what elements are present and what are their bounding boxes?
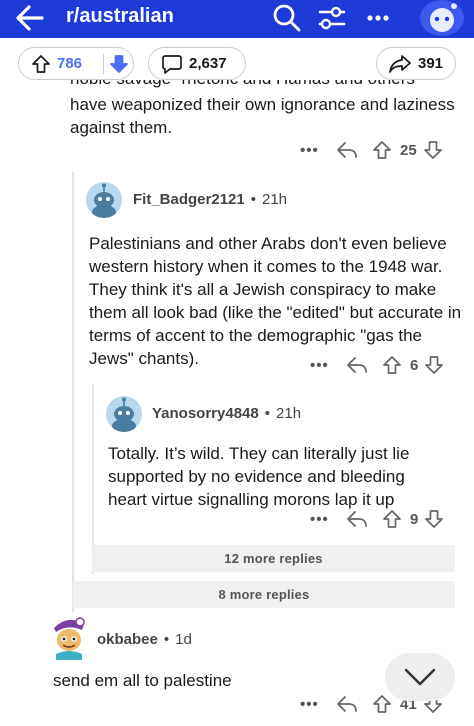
avatar[interactable] (86, 182, 122, 218)
divider (103, 54, 104, 74)
vote-count: 786 (57, 55, 83, 72)
comment-text-cutoff: noble savage” rhetoric and Hamas and oth… (70, 80, 460, 90)
more-replies-button[interactable]: 12 more replies (92, 545, 455, 572)
upvote-icon[interactable] (31, 54, 51, 74)
more-icon[interactable]: ••• (300, 696, 326, 713)
comment-meta: Fit_Badger2121 • 21h (133, 191, 287, 208)
timestamp: 21h (276, 405, 302, 422)
comment-actions: ••• 6 (310, 355, 444, 375)
score: 25 (400, 141, 417, 159)
upvote-icon[interactable] (382, 509, 402, 529)
comment-meta: okbabee • 1d (97, 631, 192, 648)
user-avatar[interactable] (420, 0, 464, 36)
comment-meta: Yanosorry4848 • 21h (152, 405, 301, 422)
scroll-next-button[interactable] (385, 653, 455, 701)
reply-icon[interactable] (336, 140, 358, 160)
thread-line[interactable] (72, 172, 74, 612)
comment-actions: ••• 25 (300, 140, 443, 160)
search-icon[interactable] (270, 3, 302, 33)
downvote-icon[interactable] (424, 509, 444, 529)
downvote-icon[interactable] (424, 355, 444, 375)
comment-text: send em all to palestine (53, 671, 232, 690)
timestamp: 1d (175, 631, 192, 648)
comment-text-partial: noble savage” rhetoric and Hamas and oth… (70, 80, 460, 90)
more-icon[interactable]: ••• (310, 357, 336, 374)
score: 9 (410, 510, 419, 528)
comment-text: Palestinians and other Arabs don't even … (89, 234, 462, 368)
more-icon[interactable]: ••• (300, 142, 326, 159)
back-arrow-icon[interactable] (14, 3, 46, 33)
upvote-icon[interactable] (382, 355, 402, 375)
separator-dot: • (250, 191, 256, 208)
username[interactable]: Yanosorry4848 (152, 405, 259, 422)
share-count: 391 (418, 55, 444, 72)
vote-pill: 786 (18, 47, 134, 80)
more-replies-button[interactable]: 8 more replies (73, 581, 455, 608)
score: 6 (410, 356, 419, 374)
reply-icon[interactable] (346, 355, 368, 375)
comment-actions: ••• 9 (310, 509, 444, 529)
more-options-icon[interactable] (362, 3, 394, 33)
comment-text: Totally. It’s wild. They can literally j… (108, 444, 410, 509)
avatar[interactable] (48, 614, 88, 660)
reply-icon[interactable] (336, 694, 358, 714)
upvote-icon[interactable] (372, 140, 392, 160)
comment-text: have weaponized their own ignorance and … (70, 95, 455, 137)
top-header: r/australian (0, 0, 474, 38)
share-icon (389, 54, 411, 73)
username[interactable]: okbabee (97, 631, 158, 648)
comment-bubble-icon (162, 54, 182, 74)
share-pill[interactable]: 391 (376, 47, 456, 80)
separator-dot: • (264, 405, 271, 422)
reply-icon[interactable] (346, 509, 368, 529)
username[interactable]: Fit_Badger2121 (133, 191, 245, 208)
comments-pill[interactable]: 2,637 (148, 47, 246, 80)
more-icon[interactable]: ••• (310, 511, 336, 528)
downvote-icon[interactable] (109, 54, 129, 74)
chevron-down-icon (404, 668, 436, 686)
comment-count: 2,637 (189, 55, 227, 72)
sort-filter-icon[interactable] (316, 3, 348, 33)
subreddit-title[interactable]: r/australian (66, 5, 174, 28)
timestamp: 21h (261, 191, 288, 208)
separator-dot: • (163, 631, 170, 648)
downvote-icon[interactable] (423, 140, 443, 160)
avatar[interactable] (106, 396, 142, 432)
